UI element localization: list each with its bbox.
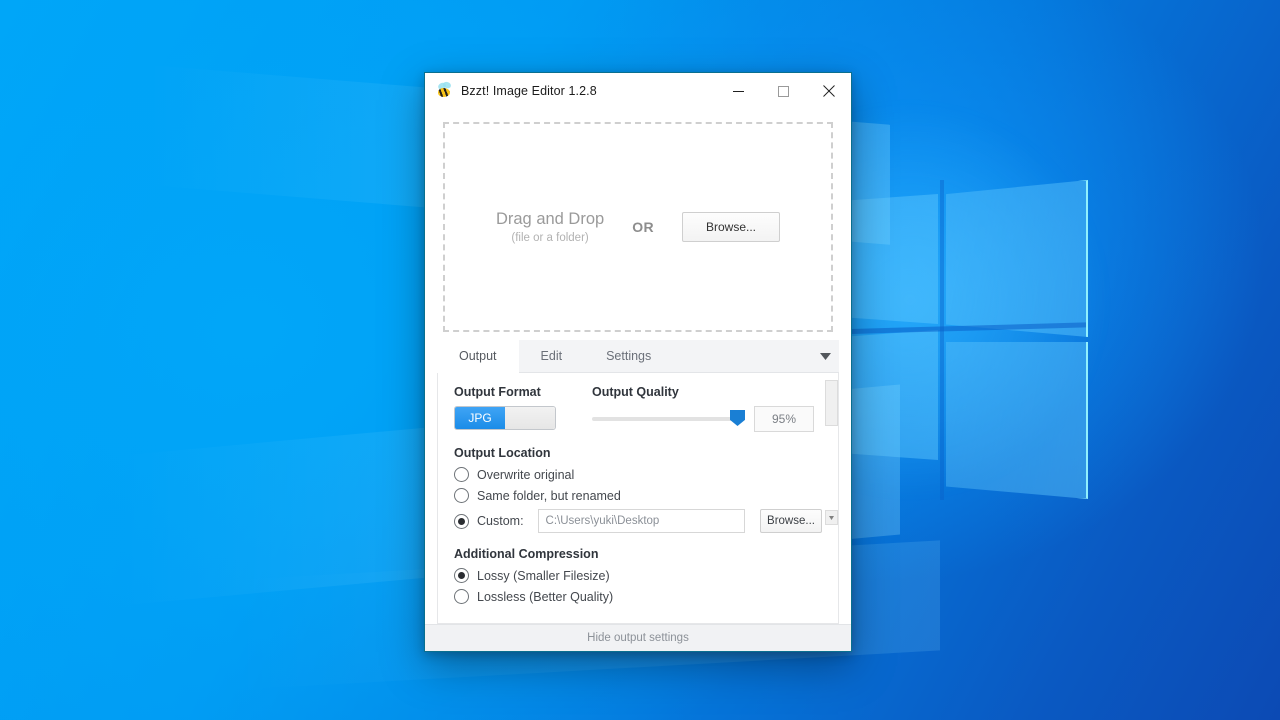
output-quality-title: Output Quality (592, 385, 679, 399)
format-quality-row: Output Format JPG Output Quality 95% (454, 385, 822, 432)
slider-track (592, 417, 742, 421)
close-button[interactable] (806, 74, 851, 108)
compression-option-lossy[interactable]: Lossy (Smaller Filesize) (454, 568, 822, 583)
compression-lossless-label: Lossless (Better Quality) (477, 589, 614, 604)
output-format-toggle[interactable]: JPG (454, 406, 556, 430)
radio-renamed[interactable] (454, 488, 469, 503)
dropzone-sub-label: (file or a folder) (511, 231, 589, 244)
tab-settings[interactable]: Settings (584, 340, 673, 372)
compression-lossy-label: Lossy (Smaller Filesize) (477, 568, 610, 583)
minimize-icon (733, 90, 744, 92)
tab-edit[interactable]: Edit (519, 340, 585, 372)
format-option-secondary[interactable] (505, 407, 555, 429)
browse-button[interactable]: Browse... (682, 212, 781, 242)
output-format-title: Output Format (454, 385, 541, 399)
custom-path-input[interactable] (537, 509, 745, 533)
file-dropzone[interactable]: Drag and Drop (file or a folder) OR Brow… (443, 122, 833, 332)
radio-overwrite[interactable] (454, 467, 469, 482)
location-option-renamed[interactable]: Same folder, but renamed (454, 488, 822, 503)
tab-overflow-button[interactable] (811, 340, 839, 372)
location-option-custom[interactable]: Custom: Browse... (454, 509, 822, 533)
maximize-icon (778, 85, 789, 97)
radio-custom[interactable] (454, 513, 469, 529)
output-format-group: Output Format JPG (454, 385, 556, 432)
format-option-jpg[interactable]: JPG (455, 407, 505, 429)
scrollbar-down-button[interactable] (825, 510, 838, 525)
output-settings-panel: Output Format JPG Output Quality 95% Out… (437, 373, 839, 624)
maximize-button[interactable] (761, 74, 806, 108)
status-bar[interactable]: Hide output settings (425, 624, 851, 651)
hide-output-settings-label[interactable]: Hide output settings (587, 632, 689, 644)
desktop: Bzzt! Image Editor 1.2.8 Drag and Drop (… (0, 0, 1280, 720)
additional-compression-title: Additional Compression (454, 547, 599, 561)
quality-value[interactable]: 95% (754, 406, 814, 432)
location-custom-label: Custom: (477, 514, 524, 528)
tab-output[interactable]: Output (437, 340, 519, 373)
quality-control-row: 95% (592, 406, 814, 432)
location-overwrite-label: Overwrite original (477, 467, 575, 482)
tab-bar: Output Edit Settings (437, 340, 839, 373)
minimize-button[interactable] (716, 74, 761, 108)
window-title: Bzzt! Image Editor 1.2.8 (461, 84, 597, 98)
output-location-title: Output Location (454, 446, 551, 460)
chevron-down-icon (829, 515, 834, 520)
bee-icon (435, 81, 453, 100)
radio-lossy[interactable] (454, 568, 469, 583)
dropzone-container: Drag and Drop (file or a folder) OR Brow… (425, 110, 851, 340)
app-window: Bzzt! Image Editor 1.2.8 Drag and Drop (… (424, 72, 852, 652)
logo-pane-bottom-right (946, 342, 1088, 499)
output-quality-group: Output Quality 95% (592, 385, 814, 432)
chevron-down-icon (819, 352, 831, 360)
logo-vertical-divider (940, 180, 944, 500)
radio-lossless[interactable] (454, 589, 469, 604)
custom-path-browse-button[interactable]: Browse... (760, 509, 822, 533)
dropzone-or-label: OR (632, 219, 655, 235)
logo-pane-top-right (946, 180, 1088, 337)
quality-slider[interactable] (592, 410, 745, 427)
close-icon (822, 85, 835, 97)
dropzone-text: Drag and Drop (file or a folder) (496, 210, 604, 243)
location-option-overwrite[interactable]: Overwrite original (454, 467, 822, 482)
dropzone-main-label: Drag and Drop (495, 210, 605, 229)
slider-thumb[interactable] (730, 410, 745, 426)
title-bar: Bzzt! Image Editor 1.2.8 (425, 73, 851, 110)
compression-option-lossless[interactable]: Lossless (Better Quality) (454, 589, 822, 604)
settings-scrollbar[interactable] (824, 374, 838, 622)
scrollbar-thumb[interactable] (825, 380, 838, 426)
location-renamed-label: Same folder, but renamed (477, 488, 621, 503)
tab-bar-spacer (673, 340, 811, 372)
